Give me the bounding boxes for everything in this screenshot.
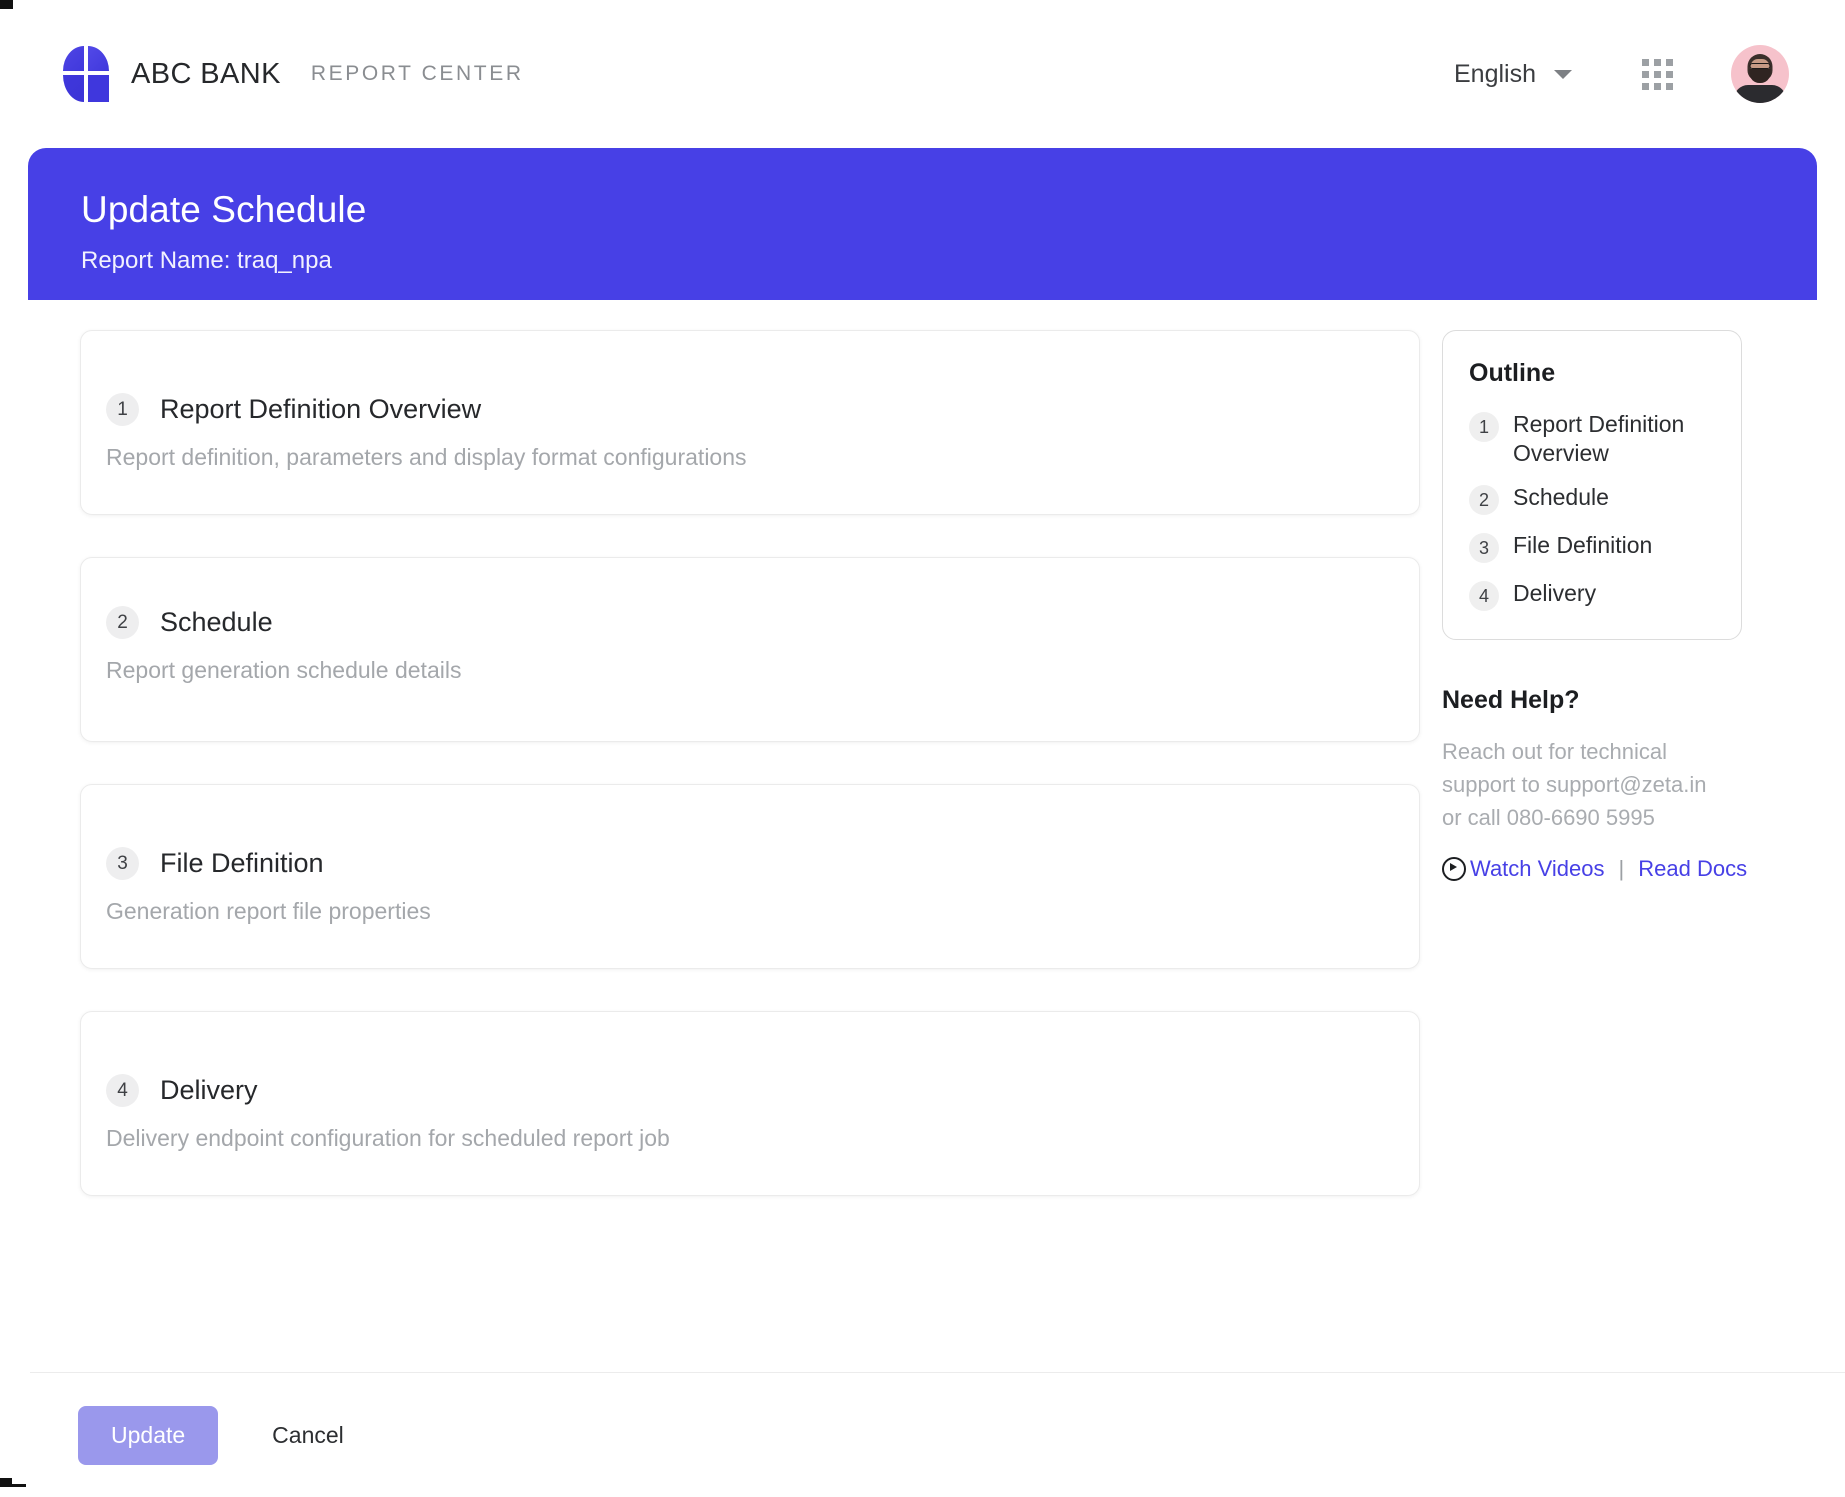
section-title: Report Definition Overview <box>160 394 482 424</box>
need-help-title: Need Help? <box>1442 686 1580 715</box>
section-card-delivery[interactable]: 4 Delivery Delivery endpoint configurati… <box>80 1011 1420 1196</box>
outline-item-label: File Definition <box>1513 532 1653 559</box>
outline-item-file-definition[interactable]: 3 File Definition <box>1469 531 1715 564</box>
section-header: 1 Report Definition Overview <box>106 393 1419 426</box>
section-number-badge: 2 <box>106 606 139 639</box>
read-docs-link[interactable]: Read Docs <box>1638 856 1747 882</box>
section-card-file-definition[interactable]: 3 File Definition Generation report file… <box>80 784 1420 969</box>
top-bar-actions: English <box>1454 45 1789 103</box>
section-card-report-definition-overview[interactable]: 1 Report Definition Overview Report defi… <box>80 330 1420 515</box>
section-number-badge: 3 <box>106 847 139 880</box>
report-name-label: Report Name: traq_npa <box>81 246 332 274</box>
update-button[interactable]: Update <box>78 1405 219 1465</box>
outline-number-badge: 1 <box>1469 412 1499 442</box>
language-selector-label: English <box>1454 59 1536 88</box>
section-description: Report definition, parameters and displa… <box>106 444 747 470</box>
outline-panel: Outline 1 Report Definition Overview 2 S… <box>1442 330 1742 641</box>
outline-item-label: Schedule <box>1513 484 1609 511</box>
outline-item-report-definition-overview[interactable]: 1 Report Definition Overview <box>1469 410 1715 467</box>
capture-artifact-bottom-left-tail <box>12 1484 26 1487</box>
need-help-text: Reach out for technical support to suppo… <box>1442 739 1707 831</box>
outline-item-label: Report Definition Overview <box>1513 411 1685 466</box>
section-card-schedule[interactable]: 2 Schedule Report generation schedule de… <box>80 557 1420 742</box>
need-help-links: Watch Videos | Read Docs <box>1442 856 1747 882</box>
sections-column: 1 Report Definition Overview Report defi… <box>0 330 1420 1238</box>
brand-block[interactable]: ABC BANK REPORT CENTER <box>63 46 524 102</box>
outline-panel-title: Outline <box>1469 359 1556 387</box>
section-title: File Definition <box>160 848 324 878</box>
section-description: Report generation schedule details <box>106 657 462 683</box>
cancel-button[interactable]: Cancel <box>266 1421 350 1450</box>
outline-item-delivery[interactable]: 4 Delivery <box>1469 579 1715 612</box>
brand-name: ABC BANK <box>131 57 281 90</box>
play-circle-icon <box>1442 857 1466 882</box>
section-header: 2 Schedule <box>106 606 1419 639</box>
page-header-banner: Update Schedule Report Name: traq_npa <box>28 148 1817 322</box>
section-header: 3 File Definition <box>106 847 1419 880</box>
capture-artifact-top-left <box>0 0 13 9</box>
section-number-badge: 4 <box>106 1074 139 1107</box>
page-content: 1 Report Definition Overview Report defi… <box>0 330 1845 1238</box>
outline-number-badge: 4 <box>1469 581 1499 612</box>
brand-subtitle: REPORT CENTER <box>310 62 524 85</box>
outline-item-schedule[interactable]: 2 Schedule <box>1469 483 1715 516</box>
abc-bank-quadrant-logo-icon <box>63 46 109 102</box>
section-title: Delivery <box>160 1075 258 1105</box>
outline-number-badge: 3 <box>1469 533 1499 564</box>
avatar[interactable] <box>1731 45 1789 103</box>
section-description: Generation report file properties <box>106 898 431 924</box>
right-rail: Outline 1 Report Definition Overview 2 S… <box>1442 330 1747 882</box>
language-selector[interactable]: English <box>1454 60 1572 89</box>
section-title: Schedule <box>160 607 273 637</box>
watch-videos-link[interactable]: Watch Videos <box>1470 856 1605 882</box>
top-navigation-bar: ABC BANK REPORT CENTER English <box>0 0 1845 148</box>
apps-grid-icon[interactable] <box>1642 58 1673 90</box>
section-number-badge: 1 <box>106 393 139 426</box>
outline-number-badge: 2 <box>1469 485 1499 516</box>
capture-artifact-bottom-left <box>0 1478 12 1487</box>
chevron-down-icon <box>1554 69 1572 79</box>
links-separator: | <box>1618 856 1625 882</box>
page-title: Update Schedule <box>81 189 367 230</box>
section-description: Delivery endpoint configuration for sche… <box>106 1125 670 1151</box>
footer-action-bar: Update Cancel <box>0 1373 1845 1497</box>
outline-item-label: Delivery <box>1513 580 1597 607</box>
section-header: 4 Delivery <box>106 1074 1419 1107</box>
